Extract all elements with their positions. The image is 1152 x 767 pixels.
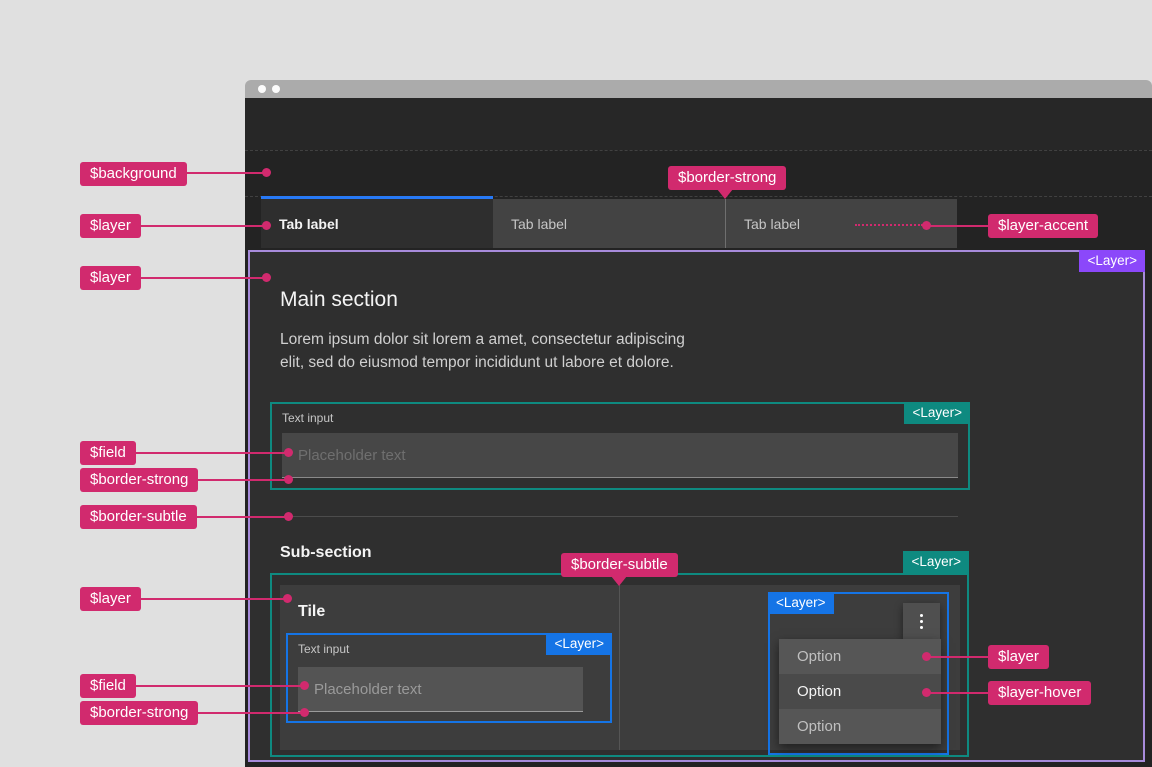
annotation-border-subtle-main: $border-subtle: [80, 505, 197, 529]
annotation-line: [192, 516, 289, 518]
tab-label: Tab label: [511, 215, 568, 232]
annotation-line: [195, 712, 305, 714]
window-control-dot-icon: [258, 85, 266, 93]
overflow-menu-icon: [920, 613, 923, 629]
layer-badge: <Layer>: [768, 592, 834, 614]
canvas: Tab label Tab label Tab label <Layer> Ma…: [0, 0, 1152, 767]
annotation-line: [177, 172, 267, 174]
tile-subtle-divider: [619, 585, 620, 750]
browser-chrome-area: [245, 98, 1152, 150]
tab-label: Tab label: [279, 215, 339, 232]
annotation-dot: [922, 652, 931, 661]
layer-badge: <Layer>: [903, 551, 969, 573]
body-line: Lorem ipsum dolor sit lorem a amet, cons…: [280, 331, 685, 348]
annotation-line: [133, 225, 267, 227]
annotation-border-strong-tabs: $border-strong: [668, 166, 787, 190]
annotation-layer-tile: $layer: [80, 587, 141, 611]
annotation-layer-menu: $layer: [988, 645, 1049, 669]
layer-badge: <Layer>: [546, 633, 612, 655]
annotation-dot: [262, 168, 271, 177]
overflow-menu: Option Option Option: [779, 639, 941, 744]
annotation-dot: [300, 681, 309, 690]
annotation-dot: [284, 448, 293, 457]
tile-input-layer-outline: <Layer> Text input: [286, 633, 612, 723]
tile: Tile <Layer> Text input <Layer>: [280, 585, 960, 755]
sub-section-layer-outline: <Layer> Tile <Layer> Text input <Layer>: [270, 551, 969, 757]
annotation-layer-hover-menu: $layer-hover: [988, 681, 1092, 705]
annotation-layer-main: $layer: [80, 266, 141, 290]
annotation-border-strong-tile: $border-strong: [80, 701, 199, 725]
sub-section-heading: Sub-section: [280, 544, 372, 561]
text-input-layer-outline: <Layer> Text input: [270, 402, 970, 490]
dropdown-layer-outline: <Layer> Option Option Option: [768, 592, 949, 755]
tab-label: Tab label: [744, 215, 801, 232]
annotation-dot: [262, 273, 271, 282]
annotation-tail: [717, 189, 733, 199]
annotation-dot: [284, 512, 293, 521]
menu-option[interactable]: Option: [779, 639, 941, 674]
window-control-dot-icon: [272, 85, 280, 93]
annotation-line: [129, 685, 305, 687]
annotation-line: [927, 225, 988, 227]
tile-text-input-field[interactable]: [298, 667, 583, 712]
tab-selected[interactable]: Tab label: [261, 196, 493, 248]
annotation-background: $background: [80, 162, 187, 186]
menu-option-hovered[interactable]: Option: [779, 674, 941, 709]
annotation-dot: [922, 221, 931, 230]
annotation-line: [927, 656, 988, 658]
layer-badge: <Layer>: [904, 402, 970, 424]
tile-heading: Tile: [298, 603, 326, 620]
text-input-label: Text input: [282, 411, 334, 425]
annotation-border-subtle-tile: $border-subtle: [561, 553, 678, 577]
browser-titlebar: [245, 80, 1152, 98]
annotation-layer-tab: $layer: [80, 214, 141, 238]
annotation-line: [927, 692, 988, 694]
main-section-body: Lorem ipsum dolor sit lorem a amet, cons…: [280, 328, 685, 374]
menu-option[interactable]: Option: [779, 709, 941, 744]
annotation-dot: [262, 221, 271, 230]
layer-badge: <Layer>: [1079, 250, 1145, 272]
tab-unselected-1[interactable]: Tab label: [493, 199, 725, 248]
annotation-line: [195, 479, 289, 481]
annotation-border-strong-main: $border-strong: [80, 468, 199, 492]
annotation-dot: [283, 594, 292, 603]
annotation-layer-accent: $layer-accent: [988, 214, 1099, 238]
annotation-dotted-line: [855, 224, 923, 226]
main-section-heading: Main section: [280, 288, 398, 311]
text-input-field[interactable]: [282, 433, 958, 478]
annotation-line: [129, 452, 289, 454]
annotation-line: [133, 598, 288, 600]
subtle-divider: [280, 516, 958, 517]
annotation-line: [133, 277, 267, 279]
annotation-field-main: $field: [80, 441, 136, 465]
annotation-dot: [284, 475, 293, 484]
overflow-menu-button[interactable]: [903, 603, 940, 639]
text-input-label: Text input: [298, 642, 350, 656]
annotation-dot: [922, 688, 931, 697]
annotation-dot: [300, 708, 309, 717]
body-line: elit, sed do eiusmod tempor incididunt u…: [280, 354, 674, 371]
annotation-field-tile: $field: [80, 674, 136, 698]
annotation-tail: [611, 576, 627, 586]
